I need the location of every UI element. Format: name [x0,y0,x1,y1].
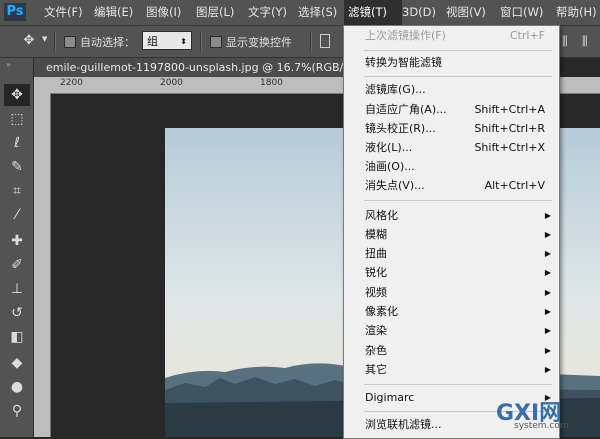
menu-layer[interactable]: 图层(L) [192,0,238,25]
submenu-arrow-icon: ▶ [544,230,551,239]
menu-item-stylize[interactable]: 风格化 ▶ [344,206,557,225]
collapse-icon[interactable]: » [6,60,11,69]
watermark-domain: system.com [514,421,569,431]
menu-separator [364,200,552,201]
menu-separator [364,50,552,51]
menu-item-convert-smart-filter[interactable]: 转换为智能滤镜 [344,53,557,72]
filter-menu: 上次滤镜操作(F) Ctrl+F 转换为智能滤镜 滤镜库(G)... 自适应广角… [343,25,560,439]
submenu-arrow-icon: ▶ [544,249,551,258]
menu-item-blur[interactable]: 模糊 ▶ [344,225,557,244]
submenu-arrow-icon: ▶ [544,211,551,220]
submenu-arrow-icon: ▶ [544,307,551,316]
menu-image[interactable]: 图像(I) [142,0,185,25]
divider [200,31,202,51]
show-transform-checkbox[interactable] [210,36,222,48]
menu-filter[interactable]: 滤镜(T) [344,0,402,25]
move-tool-icon[interactable]: ✥ [4,84,30,106]
chevron-down-icon[interactable]: ▼ [42,35,47,43]
menu-item-render[interactable]: 渲染 ▶ [344,321,557,340]
dodge-tool-icon[interactable]: ⚲ [4,400,30,422]
menu-item-pixelate[interactable]: 像素化 ▶ [344,302,557,321]
ruler-label: 1800 [260,78,283,88]
align-top-icon[interactable] [320,34,330,48]
show-transform-label: 显示变换控件 [226,36,292,49]
menu-item-filter-gallery[interactable]: 滤镜库(G)... [344,80,557,99]
distribute-icon[interactable]: ⫼ [582,34,588,49]
toolbox: » ✥ ⬚ ℓ ✎ ⌗ ⁄ ✚ ✐ ⊥ ↺ ◧ ◆ ● ⚲ [0,58,34,437]
submenu-arrow-icon: ▶ [544,288,551,297]
menu-file[interactable]: 文件(F) [40,0,87,25]
photoshop-logo: Ps [4,3,26,21]
auto-select-checkbox[interactable] [64,36,76,48]
menu-item-adaptive-wide-angle[interactable]: 自适应广角(A)... Shift+Ctrl+A [344,100,557,119]
menu-item-video[interactable]: 视频 ▶ [344,283,557,302]
menu-separator [364,384,552,385]
updown-icon: ⬍ [180,37,187,46]
auto-select-label: 自动选择： [80,36,135,49]
menu-item-distort[interactable]: 扭曲 ▶ [344,244,557,263]
menu-view[interactable]: 视图(V) [442,0,490,25]
submenu-arrow-icon: ▶ [544,365,551,374]
menu-item-liquify[interactable]: 液化(L)... Shift+Ctrl+X [344,138,557,157]
menu-item-sharpen[interactable]: 锐化 ▶ [344,263,557,282]
blur-tool-icon[interactable]: ● [4,376,30,398]
menu-item-noise[interactable]: 杂色 ▶ [344,341,557,360]
healing-brush-icon[interactable]: ✚ [4,230,30,252]
submenu-arrow-icon: ▶ [544,346,551,355]
ruler-label: 2000 [160,78,183,88]
menu-separator [364,76,552,77]
eyedropper-icon[interactable]: ⁄ [4,204,30,226]
menu-item-other[interactable]: 其它 ▶ [344,360,557,379]
crop-tool-icon[interactable]: ⌗ [4,180,30,202]
auto-select-value: 组 [147,35,158,48]
menu-window[interactable]: 窗口(W) [496,0,547,25]
move-tool-preset-icon[interactable]: ✥ [16,30,42,52]
divider [310,31,312,51]
menu-item-oil-paint[interactable]: 油画(O)... [344,157,557,176]
auto-select-dropdown[interactable]: 组 ⬍ [142,31,192,50]
menubar: Ps 文件(F) 编辑(E) 图像(I) 图层(L) 文字(Y) 选择(S) 滤… [0,0,600,26]
clone-stamp-icon[interactable]: ⊥ [4,278,30,300]
menu-help[interactable]: 帮助(H) [552,0,600,25]
document-tab[interactable]: emile-guillemot-1197800-unsplash.jpg @ 1… [34,58,364,78]
submenu-arrow-icon: ▶ [544,268,551,277]
vertical-ruler[interactable] [34,77,51,437]
lasso-tool-icon[interactable]: ℓ [4,132,30,154]
submenu-arrow-icon: ▶ [544,326,551,335]
menu-select[interactable]: 选择(S) [294,0,341,25]
quick-select-icon[interactable]: ✎ [4,156,30,178]
marquee-tool-icon[interactable]: ⬚ [4,108,30,130]
paint-bucket-icon[interactable]: ◆ [4,352,30,374]
watermark-logo: GXI网 system.com [470,395,598,435]
menu-type[interactable]: 文字(Y) [244,0,291,25]
eraser-icon[interactable]: ◧ [4,326,30,348]
menu-item-lens-correction[interactable]: 镜头校正(R)... Shift+Ctrl+R [344,119,557,138]
menu-item-vanishing-point[interactable]: 消失点(V)... Alt+Ctrl+V [344,176,557,195]
divider [54,31,56,51]
distribute-icon[interactable]: ⫼ [562,34,568,49]
menu-edit[interactable]: 编辑(E) [90,0,137,25]
menu-3d[interactable]: 3D(D) [398,0,440,25]
brush-tool-icon[interactable]: ✐ [4,254,30,276]
history-brush-icon[interactable]: ↺ [4,302,30,324]
ruler-label: 2200 [60,78,83,88]
document-title: emile-guillemot-1197800-unsplash.jpg @ 1… [46,61,355,74]
menu-item-last-filter: 上次滤镜操作(F) Ctrl+F [365,29,545,42]
